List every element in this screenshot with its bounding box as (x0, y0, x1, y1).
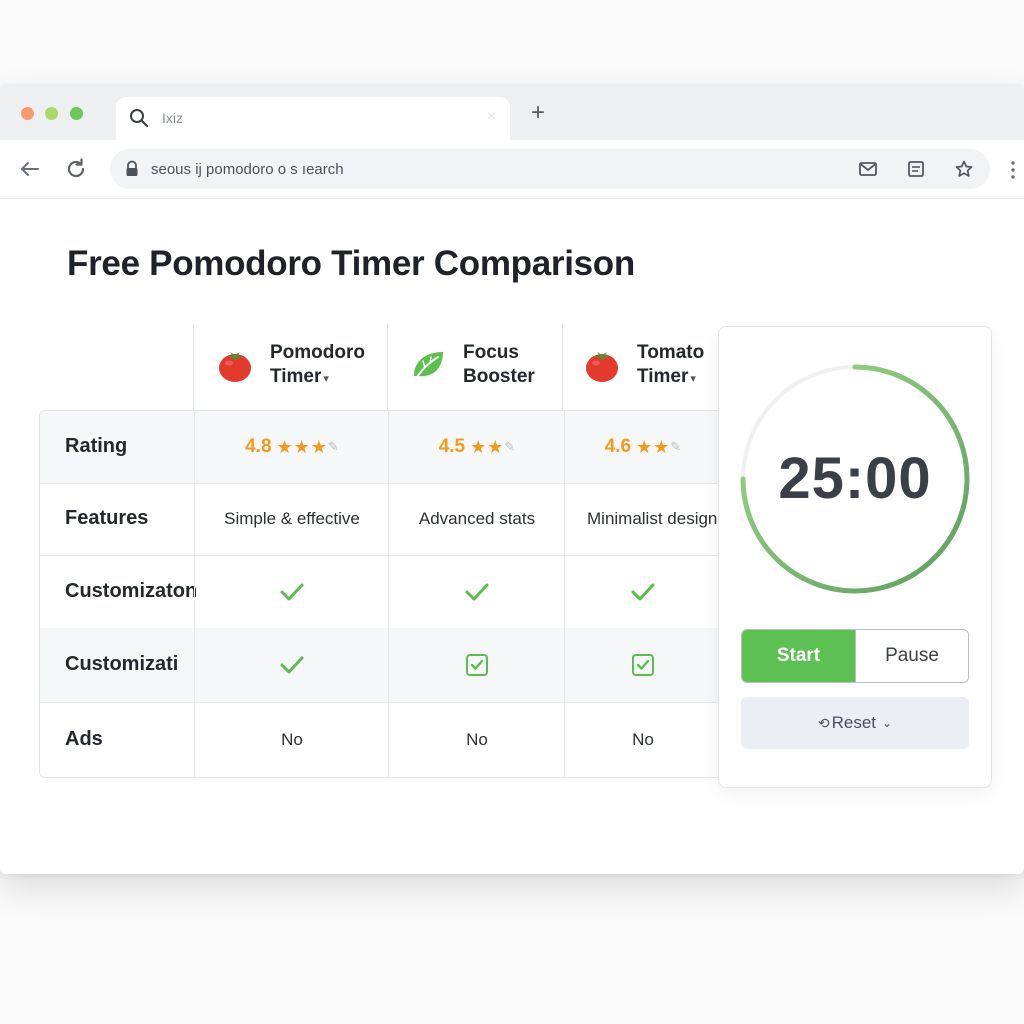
search-icon (128, 107, 150, 134)
timer-widget: 25:00 Start Pause ⟲ Reset ⌄ (718, 326, 992, 788)
half-star-icon: ✎ (670, 439, 682, 454)
app-name: Focus Booster (463, 342, 535, 387)
rating-value: 4.5 (438, 436, 466, 457)
tab-strip: Ixiz × + (0, 84, 1024, 140)
bookmark-star-icon[interactable] (954, 159, 974, 179)
rating-cell: 4.5 ★★ ✎ (388, 411, 565, 483)
feature-cell: Minimalist design (564, 483, 720, 555)
reader-icon[interactable] (906, 159, 926, 179)
table-row-ads: Ads No No No (40, 702, 720, 777)
check-icon (388, 555, 565, 628)
mail-icon[interactable] (858, 159, 878, 179)
start-button[interactable]: Start (742, 630, 855, 682)
checkbox-checked-icon (388, 628, 565, 702)
table-row-features: Features Simple & effective Advanced sta… (40, 483, 720, 556)
reset-icon: ⟲ (817, 714, 830, 731)
app-name: Pomodoro Timer ▾ (270, 342, 365, 387)
rating-value: 4.6 (604, 436, 632, 457)
lock-icon (124, 160, 140, 183)
half-star-icon: ✎ (327, 439, 339, 454)
new-tab-button[interactable]: + (526, 101, 550, 126)
reset-label: Reset (831, 713, 877, 732)
rating-value: 4.8 (245, 436, 272, 457)
table-row-rating: Rating 4.8 ★★★ ✎ 4.5 ★★ ✎ 4.6 ★★ ✎ (40, 411, 720, 484)
row-label: Features (65, 507, 149, 529)
comparison-table: Pomodoro Timer ▾ Focus Booster Tomato Ti… (39, 324, 720, 778)
row-label: Ads (65, 728, 103, 750)
tomato-icon (583, 346, 621, 384)
chevron-down-icon[interactable]: ▾ (690, 373, 696, 385)
reload-icon[interactable] (63, 156, 89, 182)
browser-window: Ixiz × + seous ij pomodoro o s ıearch Fr… (0, 84, 1024, 874)
rating-cell: 4.8 ★★★ ✎ (194, 411, 389, 483)
star-icons: ★★ (636, 436, 671, 457)
check-icon (564, 555, 720, 628)
row-label: Rating (65, 435, 128, 457)
address-bar[interactable]: seous ij pomodoro o s ıearch (110, 149, 990, 189)
leaf-icon (409, 346, 447, 384)
maximize-window-button[interactable] (70, 107, 83, 120)
ads-cell: No (194, 702, 389, 777)
minimize-window-button[interactable] (45, 107, 58, 120)
column-header-tomato-timer[interactable]: Tomato Timer ▾ (563, 324, 719, 410)
feature-cell: Advanced stats (388, 483, 565, 555)
ads-cell: No (388, 702, 565, 777)
chevron-down-icon: ⌄ (882, 716, 893, 730)
column-header-focus-booster[interactable]: Focus Booster (387, 324, 563, 410)
tomato-icon (216, 346, 254, 384)
page-title: Free Pomodoro Timer Comparison (67, 244, 635, 283)
table-row-customization: Customizaton (40, 555, 720, 629)
timer-controls: Start Pause (741, 629, 969, 683)
table-row-customization-2: Customizati (40, 628, 720, 703)
rating-cell: 4.6 ★★ ✎ (564, 411, 720, 483)
chevron-down-icon[interactable]: ▾ (323, 373, 329, 385)
reset-button[interactable]: ⟲ Reset ⌄ (741, 697, 969, 749)
ads-cell: No (564, 702, 720, 777)
column-header-pomodoro-timer[interactable]: Pomodoro Timer ▾ (193, 324, 388, 410)
tab-close-icon[interactable]: × (487, 108, 496, 126)
feature-cell: Simple & effective (194, 483, 389, 555)
close-window-button[interactable] (21, 107, 34, 120)
comparison-grid: Rating 4.8 ★★★ ✎ 4.5 ★★ ✎ 4.6 ★★ ✎ Features… (39, 410, 720, 778)
check-icon (194, 628, 389, 702)
check-icon (194, 555, 389, 628)
star-icons: ★★★ (276, 436, 328, 457)
back-arrow-icon[interactable] (17, 156, 43, 182)
half-star-icon: ✎ (504, 439, 516, 454)
star-icons: ★★ (470, 436, 505, 457)
url-text: seous ij pomodoro o s ıearch (151, 161, 344, 178)
row-label: Customizaton (65, 580, 198, 602)
tab-title: Ixiz (162, 110, 183, 126)
browser-menu-icon[interactable] (1010, 160, 1016, 180)
browser-tab[interactable]: Ixiz × (116, 97, 510, 140)
row-label: Customizati (65, 653, 179, 675)
browser-toolbar: seous ij pomodoro o s ıearch (0, 140, 1024, 199)
pause-button[interactable]: Pause (855, 630, 968, 682)
timer-display: 25:00 (778, 446, 932, 511)
checkbox-checked-icon (564, 628, 720, 702)
